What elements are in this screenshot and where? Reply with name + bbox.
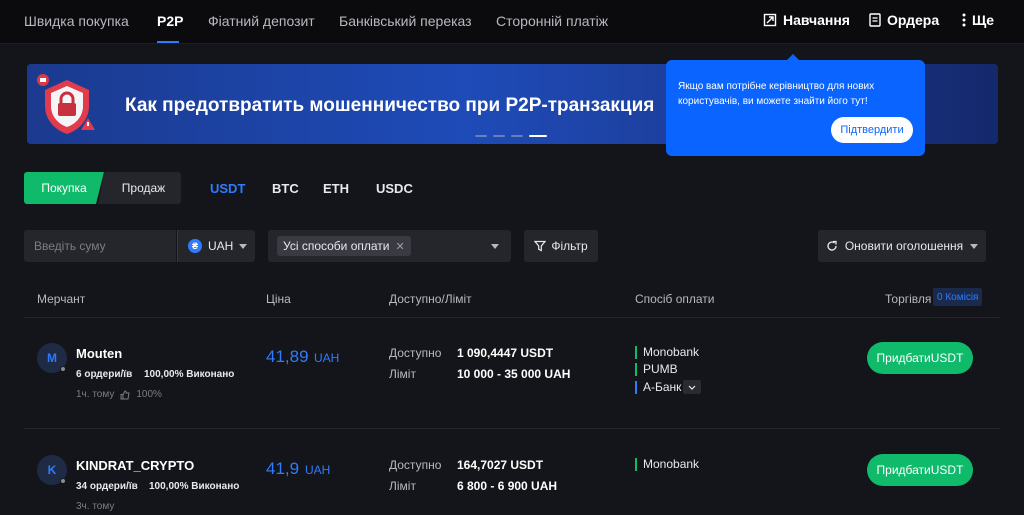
payment-chip: Усі способи оплати ✕ xyxy=(277,236,411,256)
available-label: Доступно xyxy=(389,458,442,472)
top-navigation: Швидка покупка P2P Фіатний депозит Банкі… xyxy=(0,0,1024,44)
tutorial-icon xyxy=(763,13,777,27)
col-payment-method: Спосіб оплати xyxy=(635,292,715,306)
nav-orders-label: Ордера xyxy=(887,12,940,28)
merchant-orders: 34 ордери/їв xyxy=(76,481,138,492)
col-merchant: Мерчант xyxy=(37,292,86,306)
status-dot xyxy=(60,478,66,484)
col-price: Ціна xyxy=(266,292,291,306)
orders-icon xyxy=(869,13,881,27)
nav-active-underline xyxy=(157,41,179,43)
nav-quick-buy[interactable]: Швидка покупка xyxy=(24,13,129,29)
merchant-completion: 100,00% Виконано xyxy=(149,481,240,492)
refresh-ads-button[interactable]: Оновити оголошення xyxy=(818,230,986,262)
filter-icon xyxy=(534,240,547,252)
ad-price-unit: UAH xyxy=(314,351,340,365)
filter-button-label: Фільтр xyxy=(551,239,588,253)
tab-buy[interactable]: Покупка xyxy=(24,172,104,204)
shield-lock-icon xyxy=(37,74,95,134)
coin-usdt[interactable]: USDT xyxy=(210,181,245,196)
avatar-initial: M xyxy=(47,351,57,365)
chevron-down-icon xyxy=(688,385,696,390)
ad-price-unit: UAH xyxy=(305,463,331,477)
divider xyxy=(24,428,1000,429)
tooltip-confirm-button[interactable]: Підтвердити xyxy=(831,117,913,143)
chevron-down-icon xyxy=(239,243,248,249)
buy-usdt-button[interactable]: ПридбатиUSDT xyxy=(867,454,973,486)
hryvnia-icon: ₴ xyxy=(188,239,202,253)
merchant-activity: 1ч. тому 100% xyxy=(76,389,162,400)
merchant-name[interactable]: KINDRAT_CRYPTO xyxy=(76,458,194,473)
coin-eth[interactable]: ETH xyxy=(323,181,349,196)
status-dot xyxy=(60,366,66,372)
nav-third-party-payment[interactable]: Сторонній платіж xyxy=(496,13,608,29)
available-label: Доступно xyxy=(389,346,442,360)
divider xyxy=(24,317,1000,318)
filter-button[interactable]: Фільтр xyxy=(524,230,598,262)
buy-usdt-button[interactable]: ПридбатиUSDT xyxy=(867,342,973,374)
col-trade: Торгівля xyxy=(885,292,932,306)
limit-range: 10 000 - 35 000 UAH xyxy=(457,367,571,381)
more-vertical-icon xyxy=(962,13,966,27)
refresh-ads-label: Оновити оголошення xyxy=(844,239,964,253)
merchant-last-seen: 1ч. тому xyxy=(76,389,115,400)
nav-fiat-deposit[interactable]: Фіатний депозит xyxy=(208,13,315,29)
available-amount: 164,7027 USDT xyxy=(457,458,544,472)
currency-select[interactable]: ₴ UAH xyxy=(177,230,255,262)
chevron-down-icon xyxy=(970,243,979,249)
nav-tutorial-label: Навчання xyxy=(783,12,850,28)
payment-method-select[interactable]: Усі способи оплати ✕ xyxy=(268,230,511,262)
payment-chip-label: Усі способи оплати xyxy=(283,239,390,253)
coin-btc[interactable]: BTC xyxy=(272,181,299,196)
carousel-dot[interactable] xyxy=(493,135,505,137)
carousel-dots xyxy=(475,135,547,137)
merchant-name[interactable]: Mouten xyxy=(76,346,122,361)
thumbs-up-icon xyxy=(120,389,130,399)
available-amount: 1 090,4447 USDT xyxy=(457,346,554,360)
tooltip-text: Якщо вам потрібне керівництво для нових … xyxy=(678,81,875,107)
chevron-down-icon xyxy=(491,244,499,249)
ad-price: 41,9 xyxy=(266,459,300,478)
merchant-orders: 6 ордери/їв xyxy=(76,369,133,380)
tab-sell[interactable]: Продаж xyxy=(98,172,181,204)
currency-value: UAH xyxy=(208,239,234,253)
merchant-completion: 100,00% Виконано xyxy=(144,369,235,380)
carousel-dot[interactable] xyxy=(475,135,487,137)
avatar[interactable]: K xyxy=(37,455,67,485)
limit-label: Ліміт xyxy=(389,367,416,381)
payment-method: Monobank xyxy=(635,346,699,359)
merchant-last-seen: 3ч. тому xyxy=(76,501,115,512)
nav-p2p[interactable]: P2P xyxy=(157,13,183,29)
coin-usdc[interactable]: USDC xyxy=(376,181,413,196)
amount-input[interactable] xyxy=(24,230,176,262)
merchant-rating: 100% xyxy=(136,389,162,400)
zero-fee-badge: 0 Комісія xyxy=(933,288,983,306)
payment-method: PUMB xyxy=(635,363,678,376)
payment-method: А-Банк xyxy=(635,381,681,394)
ad-price: 41,89 xyxy=(266,347,309,366)
avatar[interactable]: M xyxy=(37,343,67,373)
limit-label: Ліміт xyxy=(389,479,416,493)
nav-orders[interactable]: Ордера xyxy=(869,12,939,28)
avatar-initial: K xyxy=(47,463,57,477)
nav-more-label: Ще xyxy=(972,12,995,28)
nav-tutorial[interactable]: Навчання xyxy=(763,12,850,28)
payment-method: Monobank xyxy=(635,458,699,471)
nav-bank-transfer[interactable]: Банківський переказ xyxy=(339,13,472,29)
carousel-dot-active[interactable] xyxy=(529,135,547,137)
carousel-dot[interactable] xyxy=(511,135,523,137)
col-available-limit: Доступно/Ліміт xyxy=(389,292,472,306)
banner-title: Как предотвратить мошенничество при P2P-… xyxy=(125,95,655,116)
more-payments-toggle[interactable] xyxy=(683,380,701,394)
refresh-icon xyxy=(827,240,837,251)
close-icon[interactable]: ✕ xyxy=(396,240,405,253)
merchant-activity: 3ч. тому xyxy=(76,501,114,512)
nav-more[interactable]: Ще xyxy=(962,12,994,28)
limit-range: 6 800 - 6 900 UAH xyxy=(457,479,558,493)
